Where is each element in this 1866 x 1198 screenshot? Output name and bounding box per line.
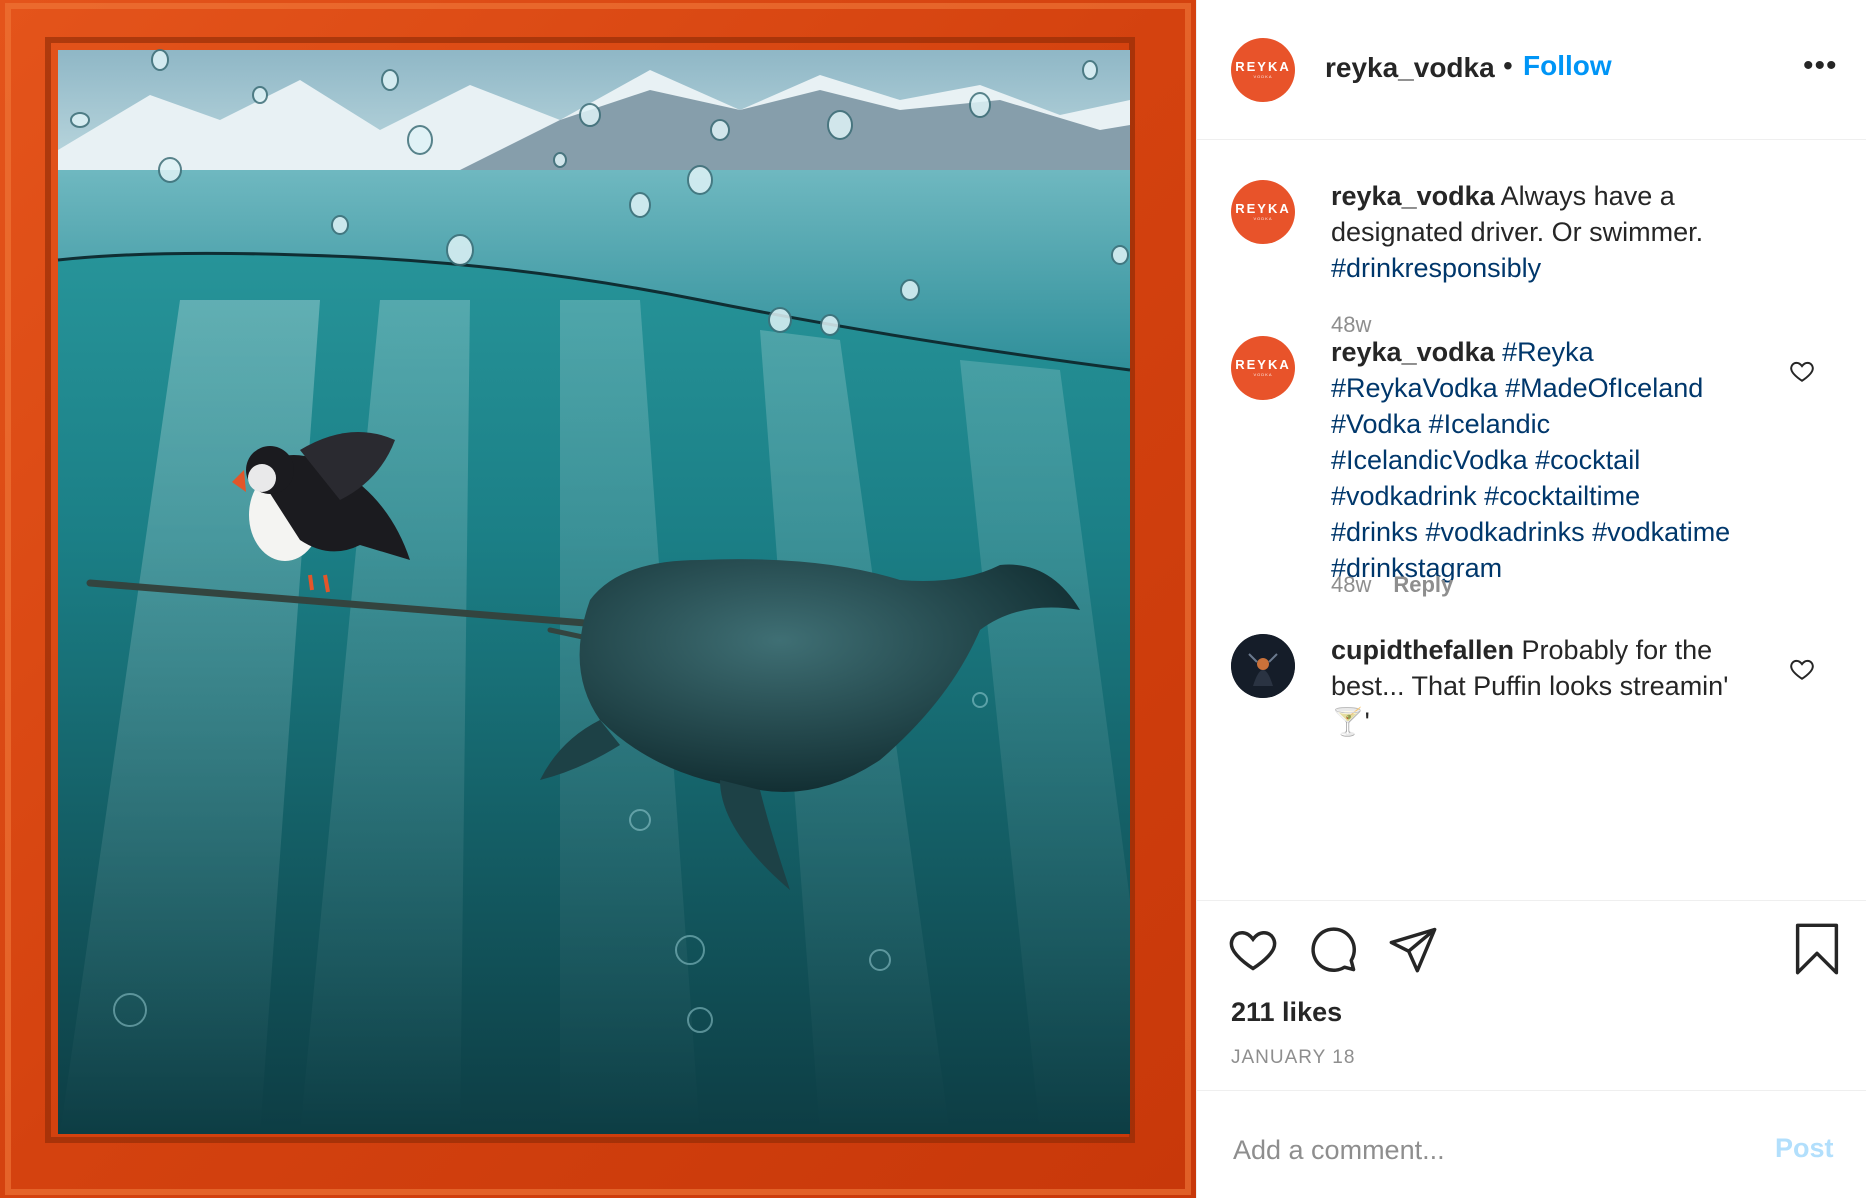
likes-count[interactable]: 211 likes [1231, 997, 1342, 1028]
comment-avatar[interactable]: REYKA VODKA [1231, 180, 1295, 244]
post-header: REYKA VODKA reyka_vodka • Follow ••• [1197, 0, 1866, 140]
comment-time[interactable]: 48w [1331, 572, 1371, 597]
avatar-sub-text: VODKA [1253, 74, 1273, 79]
like-comment-heart-icon[interactable] [1789, 358, 1815, 384]
more-dots-icon[interactable]: ••• [1803, 51, 1838, 81]
post-image[interactable] [0, 0, 1196, 1198]
comment-bubble-icon[interactable] [1307, 923, 1359, 975]
avatar-brand-text: REYKA [1235, 201, 1291, 216]
comment-body: reyka_vodka #Reyka #ReykaVodka #MadeOfIc… [1331, 334, 1731, 586]
post-artwork [0, 0, 1196, 1198]
follow-button[interactable]: Follow [1523, 50, 1612, 82]
hashtag-links[interactable]: #Reyka #ReykaVodka #MadeOfIceland #Vodka… [1331, 337, 1730, 583]
comment-username[interactable]: cupidthefallen [1331, 635, 1514, 665]
add-comment-bar: Post [1197, 1090, 1866, 1198]
comment-input[interactable] [1231, 1129, 1735, 1171]
author-username[interactable]: reyka_vodka [1325, 52, 1495, 84]
paper-plane-icon[interactable] [1387, 923, 1439, 975]
comment-body: reyka_vodka Always have a designated dri… [1331, 178, 1751, 286]
avatar-sub-text: VODKA [1253, 372, 1273, 377]
comment-username[interactable]: reyka_vodka [1331, 181, 1495, 211]
bookmark-icon[interactable] [1791, 921, 1843, 977]
comment-avatar[interactable]: REYKA VODKA [1231, 336, 1295, 400]
heart-icon[interactable] [1227, 923, 1279, 975]
hashtag-link[interactable]: #drinkresponsibly [1331, 253, 1541, 283]
post-date: JANUARY 18 [1231, 1047, 1356, 1068]
comment-meta: 48w Reply [1331, 572, 1453, 598]
comment-body: cupidthefallen Probably for the best... … [1331, 632, 1771, 740]
separator-dot: • [1503, 50, 1513, 81]
reply-button[interactable]: Reply [1393, 572, 1453, 597]
post-details-panel: REYKA VODKA reyka_vodka • Follow ••• REY… [1196, 0, 1866, 1198]
comments-list: REYKA VODKA reyka_vodka Always have a de… [1197, 140, 1866, 900]
like-comment-heart-icon[interactable] [1789, 656, 1815, 682]
comment-avatar[interactable] [1231, 634, 1295, 698]
avatar-sub-text: VODKA [1253, 216, 1273, 221]
comment-username[interactable]: reyka_vodka [1331, 337, 1495, 367]
post-comment-button[interactable]: Post [1775, 1133, 1834, 1164]
avatar-brand-text: REYKA [1235, 59, 1291, 74]
author-avatar[interactable]: REYKA VODKA [1231, 38, 1295, 102]
avatar-photo [1231, 634, 1295, 698]
avatar-brand-text: REYKA [1235, 357, 1291, 372]
post-actions: 211 likes JANUARY 18 [1197, 900, 1866, 1090]
